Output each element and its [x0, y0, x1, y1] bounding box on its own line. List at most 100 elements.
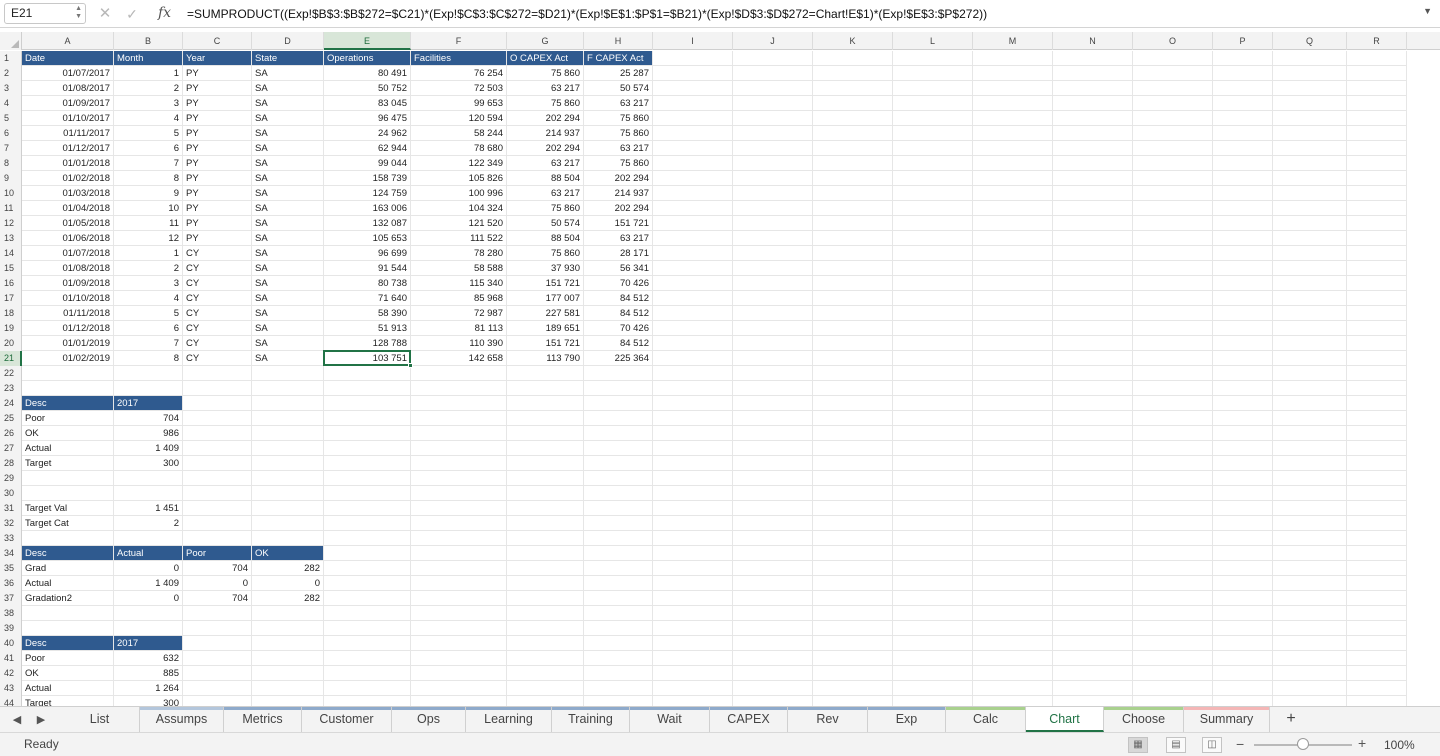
- cell-n30[interactable]: [1053, 486, 1133, 501]
- cell-d20[interactable]: SA: [252, 336, 324, 351]
- cell-c5[interactable]: PY: [183, 111, 252, 126]
- cell-e19[interactable]: 51 913: [324, 321, 411, 336]
- cell-e23[interactable]: [324, 381, 411, 396]
- cell-f19[interactable]: 81 113: [411, 321, 507, 336]
- cell-b34[interactable]: Actual: [114, 546, 183, 561]
- cell-f44[interactable]: [411, 696, 507, 706]
- cell-h31[interactable]: [584, 501, 653, 516]
- cell-h22[interactable]: [584, 366, 653, 381]
- cell-h9[interactable]: 202 294: [584, 171, 653, 186]
- cell-q22[interactable]: [1273, 366, 1347, 381]
- tab-customer[interactable]: Customer: [302, 707, 392, 732]
- cell-e1[interactable]: Operations: [324, 51, 411, 66]
- cell-j35[interactable]: [733, 561, 813, 576]
- cell-c13[interactable]: PY: [183, 231, 252, 246]
- cell-k28[interactable]: [813, 456, 893, 471]
- cell-n25[interactable]: [1053, 411, 1133, 426]
- cell-e9[interactable]: 158 739: [324, 171, 411, 186]
- cell-p43[interactable]: [1213, 681, 1273, 696]
- cell-j23[interactable]: [733, 381, 813, 396]
- cell-k7[interactable]: [813, 141, 893, 156]
- cell-n32[interactable]: [1053, 516, 1133, 531]
- cell-p37[interactable]: [1213, 591, 1273, 606]
- cell-d31[interactable]: [252, 501, 324, 516]
- cell-c33[interactable]: [183, 531, 252, 546]
- cell-n23[interactable]: [1053, 381, 1133, 396]
- column-header-q[interactable]: Q: [1273, 32, 1347, 50]
- cell-d17[interactable]: SA: [252, 291, 324, 306]
- cell-p14[interactable]: [1213, 246, 1273, 261]
- cell-r1[interactable]: [1347, 51, 1407, 66]
- cell-g14[interactable]: 75 860: [507, 246, 584, 261]
- cell-n42[interactable]: [1053, 666, 1133, 681]
- cell-m3[interactable]: [973, 81, 1053, 96]
- cell-m16[interactable]: [973, 276, 1053, 291]
- cell-n5[interactable]: [1053, 111, 1133, 126]
- cell-a37[interactable]: Gradation2: [22, 591, 114, 606]
- cell-j26[interactable]: [733, 426, 813, 441]
- cell-p2[interactable]: [1213, 66, 1273, 81]
- cell-l22[interactable]: [893, 366, 973, 381]
- cell-a29[interactable]: [22, 471, 114, 486]
- cell-b10[interactable]: 9: [114, 186, 183, 201]
- cell-c32[interactable]: [183, 516, 252, 531]
- row-header-1[interactable]: 1: [0, 51, 22, 66]
- cell-p42[interactable]: [1213, 666, 1273, 681]
- cell-d5[interactable]: SA: [252, 111, 324, 126]
- cell-l41[interactable]: [893, 651, 973, 666]
- row-header-35[interactable]: 35: [0, 561, 22, 576]
- cell-h16[interactable]: 70 426: [584, 276, 653, 291]
- cell-d30[interactable]: [252, 486, 324, 501]
- cell-p34[interactable]: [1213, 546, 1273, 561]
- cell-l8[interactable]: [893, 156, 973, 171]
- cell-b9[interactable]: 8: [114, 171, 183, 186]
- cell-g9[interactable]: 88 504: [507, 171, 584, 186]
- cell-b32[interactable]: 2: [114, 516, 183, 531]
- cell-h6[interactable]: 75 860: [584, 126, 653, 141]
- cell-d14[interactable]: SA: [252, 246, 324, 261]
- cell-i23[interactable]: [653, 381, 733, 396]
- cell-r8[interactable]: [1347, 156, 1407, 171]
- cell-j33[interactable]: [733, 531, 813, 546]
- row-header-21[interactable]: 21: [0, 351, 22, 366]
- cell-r36[interactable]: [1347, 576, 1407, 591]
- cell-f18[interactable]: 72 987: [411, 306, 507, 321]
- cell-l12[interactable]: [893, 216, 973, 231]
- cell-r12[interactable]: [1347, 216, 1407, 231]
- cell-b40[interactable]: 2017: [114, 636, 183, 651]
- cell-k9[interactable]: [813, 171, 893, 186]
- cell-b33[interactable]: [114, 531, 183, 546]
- cell-a20[interactable]: 01/01/2019: [22, 336, 114, 351]
- cell-l19[interactable]: [893, 321, 973, 336]
- cell-d25[interactable]: [252, 411, 324, 426]
- cell-g30[interactable]: [507, 486, 584, 501]
- cell-m38[interactable]: [973, 606, 1053, 621]
- tab-choose[interactable]: Choose: [1104, 707, 1184, 732]
- cell-m6[interactable]: [973, 126, 1053, 141]
- cell-d34[interactable]: OK: [252, 546, 324, 561]
- cell-n4[interactable]: [1053, 96, 1133, 111]
- cell-k38[interactable]: [813, 606, 893, 621]
- column-header-j[interactable]: J: [733, 32, 813, 50]
- cell-k27[interactable]: [813, 441, 893, 456]
- cell-o17[interactable]: [1133, 291, 1213, 306]
- tab-metrics[interactable]: Metrics: [224, 707, 302, 732]
- cell-c37[interactable]: 704: [183, 591, 252, 606]
- cell-k10[interactable]: [813, 186, 893, 201]
- cell-f5[interactable]: 120 594: [411, 111, 507, 126]
- cell-a36[interactable]: Actual: [22, 576, 114, 591]
- cell-m23[interactable]: [973, 381, 1053, 396]
- cell-h34[interactable]: [584, 546, 653, 561]
- cell-f29[interactable]: [411, 471, 507, 486]
- cell-l6[interactable]: [893, 126, 973, 141]
- cell-c26[interactable]: [183, 426, 252, 441]
- cell-g33[interactable]: [507, 531, 584, 546]
- cell-l40[interactable]: [893, 636, 973, 651]
- cell-k8[interactable]: [813, 156, 893, 171]
- cell-k1[interactable]: [813, 51, 893, 66]
- cell-p18[interactable]: [1213, 306, 1273, 321]
- cell-p9[interactable]: [1213, 171, 1273, 186]
- cell-l44[interactable]: [893, 696, 973, 706]
- cell-i38[interactable]: [653, 606, 733, 621]
- row-header-2[interactable]: 2: [0, 66, 22, 81]
